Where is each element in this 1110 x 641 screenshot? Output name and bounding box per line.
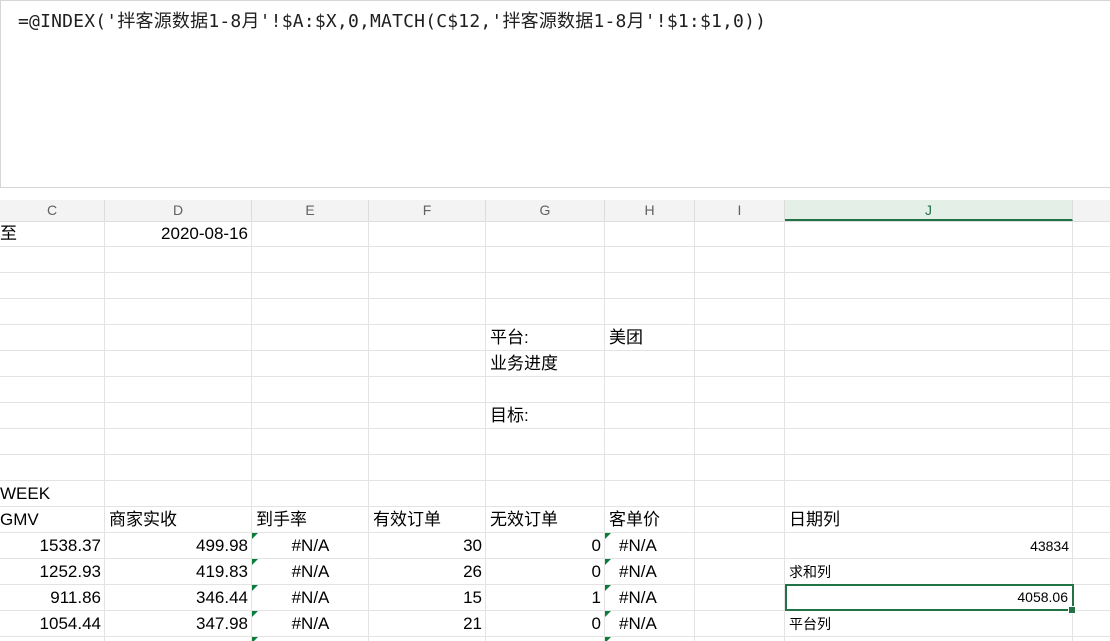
cell-week-label[interactable]: WEEK xyxy=(0,481,96,507)
cell-gmv[interactable]: 911.86 xyxy=(0,585,105,611)
header-valid-orders[interactable]: 有效订单 xyxy=(369,507,486,533)
error-indicator-icon xyxy=(605,559,611,565)
header-gmv[interactable]: GMV xyxy=(0,507,96,533)
column-header-g[interactable]: G xyxy=(486,200,605,221)
cell-valid[interactable]: 30 xyxy=(369,533,486,559)
cell-avg[interactable]: #N/A xyxy=(615,585,695,611)
cell-merchant[interactable]: 346.44 xyxy=(105,585,252,611)
header-payout-rate[interactable]: 到手率 xyxy=(252,507,369,533)
column-header-f[interactable]: F xyxy=(369,200,486,221)
cell-gmv[interactable]: 1252.93 xyxy=(0,559,105,585)
cell-merchant[interactable]: 499.98 xyxy=(105,533,252,559)
column-header-c[interactable]: C xyxy=(0,200,105,221)
cell-avg[interactable]: #N/A xyxy=(615,611,695,637)
column-header-i[interactable]: I xyxy=(695,200,785,221)
column-header-j[interactable]: J xyxy=(785,200,1073,221)
cell-valid[interactable]: 21 xyxy=(369,611,486,637)
cell-rate[interactable]: #N/A xyxy=(252,559,369,585)
cell-invalid[interactable]: 0 xyxy=(486,533,605,559)
column-header-d[interactable]: D xyxy=(105,200,252,221)
cell-valid[interactable]: 26 xyxy=(369,559,486,585)
error-indicator-icon xyxy=(605,533,611,539)
header-avg-order[interactable]: 客单价 xyxy=(605,507,695,533)
cell-merchant[interactable]: 347.98 xyxy=(105,611,252,637)
cell-invalid[interactable]: 0 xyxy=(486,559,605,585)
formula-bar[interactable]: =@INDEX('拌客源数据1-8月'!$A:$X,0,MATCH(C$12,'… xyxy=(0,0,1110,188)
cell-rate[interactable]: #N/A xyxy=(252,611,369,637)
cell-rate[interactable]: #N/A xyxy=(252,533,369,559)
cell-merchant[interactable]: 419.83 xyxy=(105,559,252,585)
cell-gmv[interactable]: 1054.44 xyxy=(0,611,105,637)
cell-invalid[interactable]: 0 xyxy=(486,611,605,637)
header-invalid-orders[interactable]: 无效订单 xyxy=(486,507,605,533)
error-indicator-icon xyxy=(605,637,611,641)
header-merchant-received[interactable]: 商家实收 xyxy=(105,507,252,533)
cell-platform-label[interactable]: 平台: xyxy=(486,325,605,351)
error-indicator-icon xyxy=(605,585,611,591)
column-header-bar: C D E F G H I J xyxy=(0,200,1110,222)
cell-platform-value[interactable]: 美团 xyxy=(605,325,695,351)
cell-progress-label[interactable]: 业务进度 xyxy=(486,351,605,377)
cell-target-label[interactable]: 目标: xyxy=(486,403,605,429)
column-header-k[interactable] xyxy=(1073,200,1110,221)
error-indicator-icon xyxy=(605,611,611,617)
cell-invalid[interactable]: 1 xyxy=(486,585,605,611)
cell-sum-label[interactable]: 求和列 xyxy=(785,559,1073,585)
cell-avg[interactable]: #N/A xyxy=(615,533,695,559)
cell-platform-col-label[interactable]: 平台列 xyxy=(785,611,1073,637)
formula-text[interactable]: =@INDEX('拌客源数据1-8月'!$A:$X,0,MATCH(C$12,'… xyxy=(18,7,766,33)
cell-rate[interactable]: #N/A xyxy=(252,585,369,611)
cell-avg[interactable]: #N/A xyxy=(615,559,695,585)
cell-valid[interactable]: 15 xyxy=(369,585,486,611)
spreadsheet-grid[interactable]: 至 2020-08-16 平台: 美团 业务进度 目标: WEEK GMV 商家… xyxy=(0,221,1110,641)
column-header-h[interactable]: H xyxy=(605,200,695,221)
header-date-column[interactable]: 日期列 xyxy=(785,507,1073,533)
cell-gmv[interactable]: 1538.37 xyxy=(0,533,105,559)
cell-d-date[interactable]: 2020-08-16 xyxy=(105,221,252,247)
column-header-e[interactable]: E xyxy=(252,200,369,221)
cell-c-to[interactable]: 至 xyxy=(0,221,96,247)
error-indicator-icon xyxy=(252,637,258,641)
cell-date-value[interactable]: 43834 xyxy=(785,533,1073,559)
selected-cell-sum-value[interactable]: 4058.06 xyxy=(785,584,1074,611)
